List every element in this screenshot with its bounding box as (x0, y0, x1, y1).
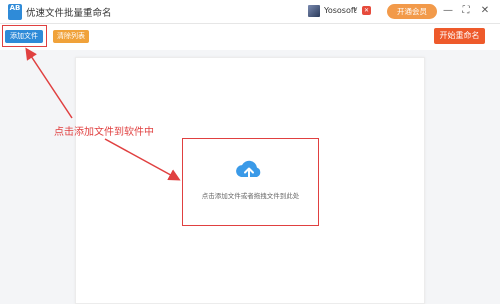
message-badge[interactable]: ✕ (362, 6, 371, 15)
app-title: 优速文件批量重命名 (26, 8, 112, 19)
vip-button[interactable]: 开通会员 (387, 4, 437, 19)
title-bar: AB 优速文件批量重命名 Yososoft ∨ ✕ 开通会员 — ⛶ ✕ (0, 0, 500, 24)
app-logo-icon: AB (8, 4, 22, 20)
minimize-button[interactable]: — (440, 3, 456, 19)
close-button[interactable]: ✕ (477, 3, 493, 19)
annotation-text: 点击添加文件到软件中 (54, 127, 154, 138)
start-rename-button[interactable]: 开始重命名 (434, 28, 485, 44)
user-avatar[interactable] (308, 5, 320, 17)
chevron-down-icon[interactable]: ∨ (353, 5, 358, 13)
drop-hint-text: 点击添加文件或者拖拽文件到此处 (201, 192, 300, 200)
add-file-highlight (2, 25, 47, 47)
maximize-button[interactable]: ⛶ (458, 3, 474, 19)
cloud-upload-icon[interactable] (234, 157, 264, 183)
clear-list-button[interactable]: 清除列表 (53, 30, 89, 43)
user-name[interactable]: Yososoft (324, 6, 357, 15)
